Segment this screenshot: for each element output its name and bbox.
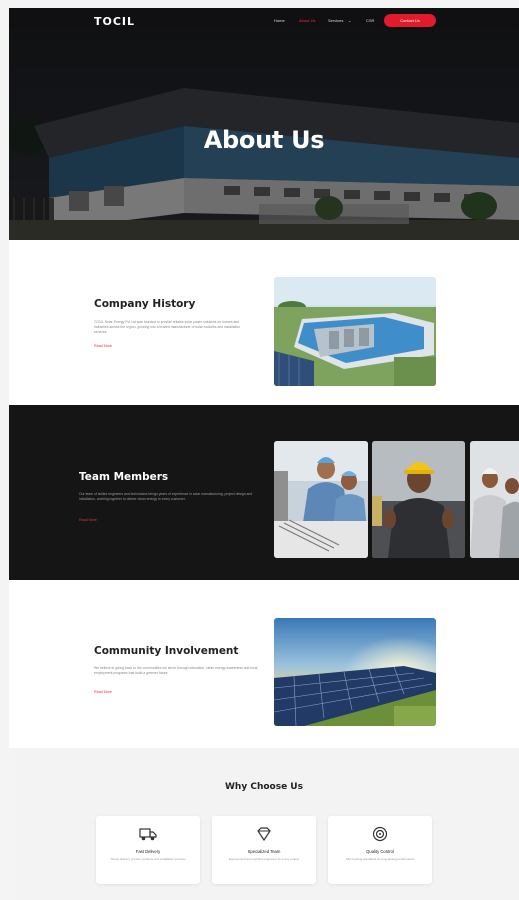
company-history-section: Company History TOCIL Solar Energy Pvt L… xyxy=(9,240,519,405)
nav-link-about-us[interactable]: About Us xyxy=(299,18,315,23)
truck-icon xyxy=(139,828,157,841)
feature-card-specialized-team: Specialized Team Experienced and certifi… xyxy=(212,816,316,884)
company-history-heading: Company History xyxy=(94,298,196,310)
chevron-down-icon[interactable]: ⌄ xyxy=(348,18,351,23)
community-involvement-section: Community Involvement We believe in givi… xyxy=(9,580,519,748)
worker-hard-hat-photo xyxy=(372,441,465,558)
team-members-heading: Team Members xyxy=(79,471,169,483)
feature-card-description: Experienced and certified engineers for … xyxy=(228,857,300,861)
solar-panels-sunset-photo xyxy=(274,618,436,726)
why-choose-us-section: Why Choose Us Fast Delivery Timely deliv… xyxy=(9,748,519,900)
feature-card-title: Quality Control xyxy=(366,849,394,854)
target-icon xyxy=(372,826,388,842)
team-group-photo xyxy=(470,441,519,558)
feature-card-title: Specialized Team xyxy=(247,849,281,854)
feature-card-fast-delivery: Fast Delivery Timely delivery of solar p… xyxy=(96,816,200,884)
tocil-logo[interactable]: TOCIL xyxy=(94,15,135,28)
page-title: About Us xyxy=(203,126,325,154)
community-involvement-text: We believe in giving back to the communi… xyxy=(94,666,258,676)
website-frame: TOCIL Home About Us Services ⌄ CSR Conta… xyxy=(9,8,519,900)
team-members-section: Team Members Our team of skilled enginee… xyxy=(9,405,519,580)
community-involvement-heading: Community Involvement xyxy=(94,645,239,657)
top-navigation: TOCIL Home About Us Services ⌄ CSR Conta… xyxy=(9,8,519,34)
page: TOCIL Home About Us Services ⌄ CSR Conta… xyxy=(0,0,519,900)
technicians-at-work-photo xyxy=(274,441,368,558)
diamond-icon xyxy=(257,827,271,842)
why-choose-us-heading: Why Choose Us xyxy=(225,782,303,792)
solar-factory-aerial-photo xyxy=(274,277,436,386)
company-history-text: TOCIL Solar Energy Pvt Ltd was founded t… xyxy=(94,320,241,335)
contact-us-button[interactable]: Contact Us xyxy=(384,14,436,27)
community-involvement-read-more-link[interactable]: Read More xyxy=(94,690,112,694)
factory-building-image xyxy=(9,8,519,240)
feature-card-quality-control: Quality Control Strict testing standards… xyxy=(328,816,432,884)
team-members-text: Our team of skilled engineers and techni… xyxy=(79,492,253,502)
team-members-read-more-link[interactable]: Read More xyxy=(79,518,97,522)
feature-card-description: Strict testing standards for long lastin… xyxy=(345,857,415,861)
feature-card-description: Timely delivery of solar products and in… xyxy=(110,857,186,861)
company-history-read-more-link[interactable]: Read More xyxy=(94,344,112,348)
nav-link-home[interactable]: Home xyxy=(274,18,285,23)
nav-link-csr[interactable]: CSR xyxy=(366,18,374,23)
nav-link-services[interactable]: Services xyxy=(328,18,343,23)
hero-banner: TOCIL Home About Us Services ⌄ CSR Conta… xyxy=(9,8,519,240)
feature-card-title: Fast Delivery xyxy=(135,849,161,854)
